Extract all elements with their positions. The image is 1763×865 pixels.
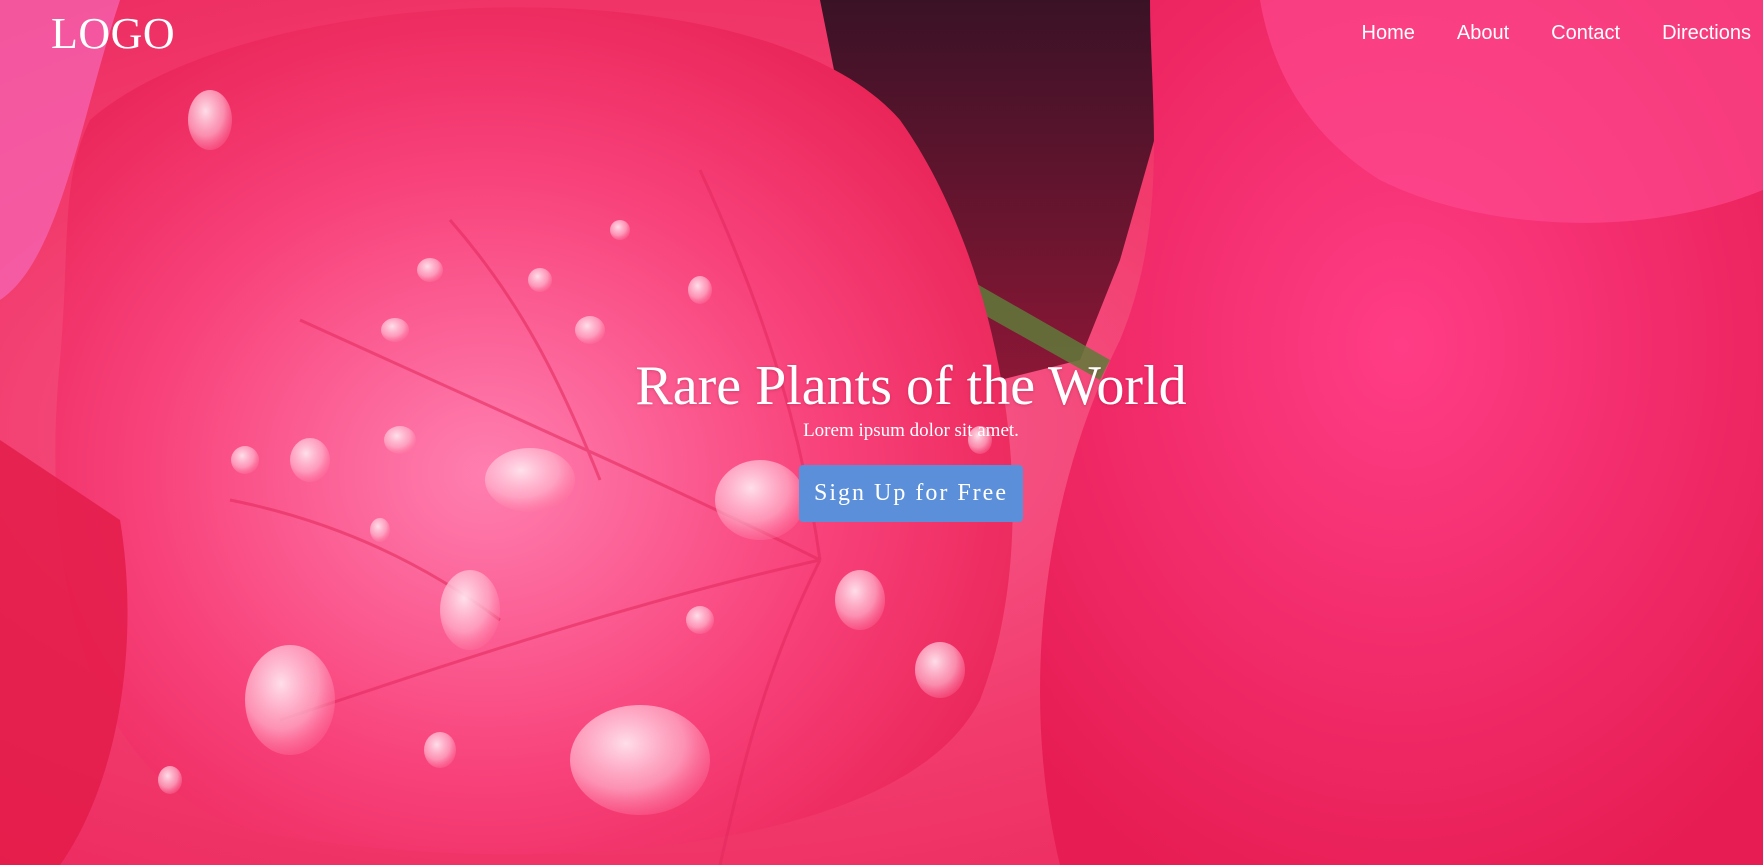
sign-up-button[interactable]: Sign Up for Free [799,465,1023,522]
site-header: LOGO Home About Contact Directions [0,0,1763,70]
nav-link-about[interactable]: About [1457,20,1509,46]
nav-link-directions[interactable]: Directions [1662,20,1751,46]
main-nav: Home About Contact Directions [1320,20,1751,46]
hero-subtitle: Lorem ipsum dolor sit amet. [803,420,1019,441]
nav-link-home[interactable]: Home [1362,20,1415,46]
site-logo[interactable]: LOGO [51,10,175,58]
hero-content: Rare Plants of the World Lorem ipsum dol… [0,352,1763,522]
hero-title: Rare Plants of the World [635,355,1187,417]
nav-link-contact[interactable]: Contact [1551,20,1620,46]
